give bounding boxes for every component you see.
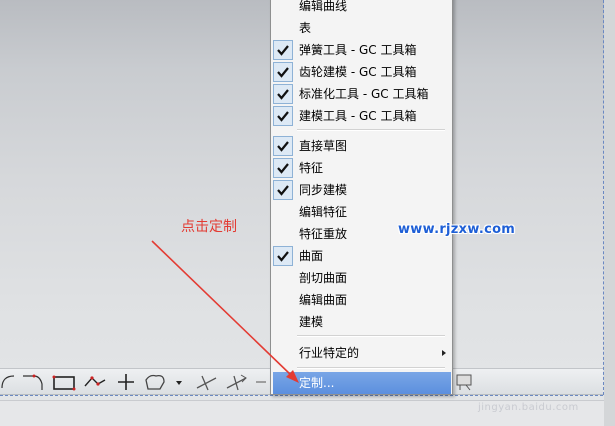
menu-item-customize[interactable]: 定制... xyxy=(273,372,451,394)
dropdown-icon[interactable] xyxy=(174,372,184,392)
menu-separator xyxy=(297,129,445,131)
menu-item-label: 建模工具 - GC 工具箱 xyxy=(299,109,417,123)
menu-item-label: 特征重放 xyxy=(299,227,348,241)
annotation-text: 点击定制 xyxy=(181,219,237,235)
watermark-site: www.rjzxw.com xyxy=(398,222,516,237)
checkmark-icon xyxy=(273,106,293,126)
menu-item-label: 直接草图 xyxy=(299,139,348,153)
checkmark-icon xyxy=(273,158,293,178)
menu-item-table[interactable]: 表 xyxy=(271,17,452,39)
menu-item-label: 齿轮建模 - GC 工具箱 xyxy=(299,65,417,79)
menu-item-industry-specific[interactable]: 行业特定的 xyxy=(271,342,452,364)
menu-item-gear-modeling[interactable]: 齿轮建模 - GC 工具箱 xyxy=(271,61,452,83)
right-scroll-strip[interactable] xyxy=(604,0,615,426)
submenu-arrow-icon xyxy=(442,350,446,356)
menu-item-surface[interactable]: 曲面 xyxy=(271,245,452,267)
menu-item-edit-feature[interactable]: 编辑特征 xyxy=(271,201,452,223)
menu-item-label: 编辑曲线 xyxy=(299,0,348,13)
checkmark-icon xyxy=(273,136,293,156)
checkmark-icon xyxy=(273,62,293,82)
menu-item-label: 曲面 xyxy=(299,249,324,263)
checkmark-icon xyxy=(273,246,293,266)
rectangle-icon[interactable] xyxy=(50,372,78,392)
menu-separator xyxy=(297,335,445,337)
menu-separator xyxy=(297,367,445,369)
polyline-icon[interactable] xyxy=(82,372,108,392)
point-icon[interactable] xyxy=(114,372,138,392)
menu-item-label: 弹簧工具 - GC 工具箱 xyxy=(299,43,417,57)
menu-item-feature[interactable]: 特征 xyxy=(271,157,452,179)
menu-item-modeling-tool[interactable]: 建模工具 - GC 工具箱 xyxy=(271,105,452,127)
menu-item-label: 建模 xyxy=(299,315,324,329)
menu-item-direct-sketch[interactable]: 直接草图 xyxy=(271,135,452,157)
menu-item-spring-tool[interactable]: 弹簧工具 - GC 工具箱 xyxy=(271,39,452,61)
fillet-icon[interactable] xyxy=(20,372,46,392)
menu-item-label: 标准化工具 - GC 工具箱 xyxy=(299,87,429,101)
toolbar-context-menu: 编辑曲线 表 弹簧工具 - GC 工具箱 齿轮建模 - GC 工具箱 标准化工具… xyxy=(270,0,453,395)
menu-item-label: 同步建模 xyxy=(299,183,348,197)
menu-item-edit-surface[interactable]: 编辑曲面 xyxy=(271,289,452,311)
menu-item-label: 剖切曲面 xyxy=(299,271,348,285)
watermark-bottom: jingyan.baidu.com xyxy=(478,402,579,413)
menu-item-label: 编辑特征 xyxy=(299,205,348,219)
checkmark-icon xyxy=(273,84,293,104)
extend-icon[interactable] xyxy=(224,372,250,392)
canvas-border-bottom xyxy=(0,395,603,396)
menu-item-synchronous-modeling[interactable]: 同步建模 xyxy=(271,179,452,201)
checkmark-icon xyxy=(273,40,293,60)
trim-icon[interactable] xyxy=(194,372,220,392)
polygon-icon[interactable] xyxy=(142,372,170,392)
menu-item-standardization-tool[interactable]: 标准化工具 - GC 工具箱 xyxy=(271,83,452,105)
menu-item-modeling[interactable]: 建模 xyxy=(271,311,452,333)
constraint-icon[interactable] xyxy=(254,372,268,392)
menu-item-section-surface[interactable]: 剖切曲面 xyxy=(271,267,452,289)
checkmark-icon xyxy=(273,180,293,200)
arc-icon[interactable] xyxy=(0,372,16,392)
menu-item-label: 行业特定的 xyxy=(299,346,360,360)
menu-item-label: 表 xyxy=(299,21,312,35)
menu-item-label: 编辑曲面 xyxy=(299,293,348,307)
menu-item-edit-curve[interactable]: 编辑曲线 xyxy=(271,0,452,17)
menu-item-label: 定制... xyxy=(299,376,335,390)
menu-item-label: 特征 xyxy=(299,161,324,175)
sketch-icon[interactable] xyxy=(452,372,478,392)
